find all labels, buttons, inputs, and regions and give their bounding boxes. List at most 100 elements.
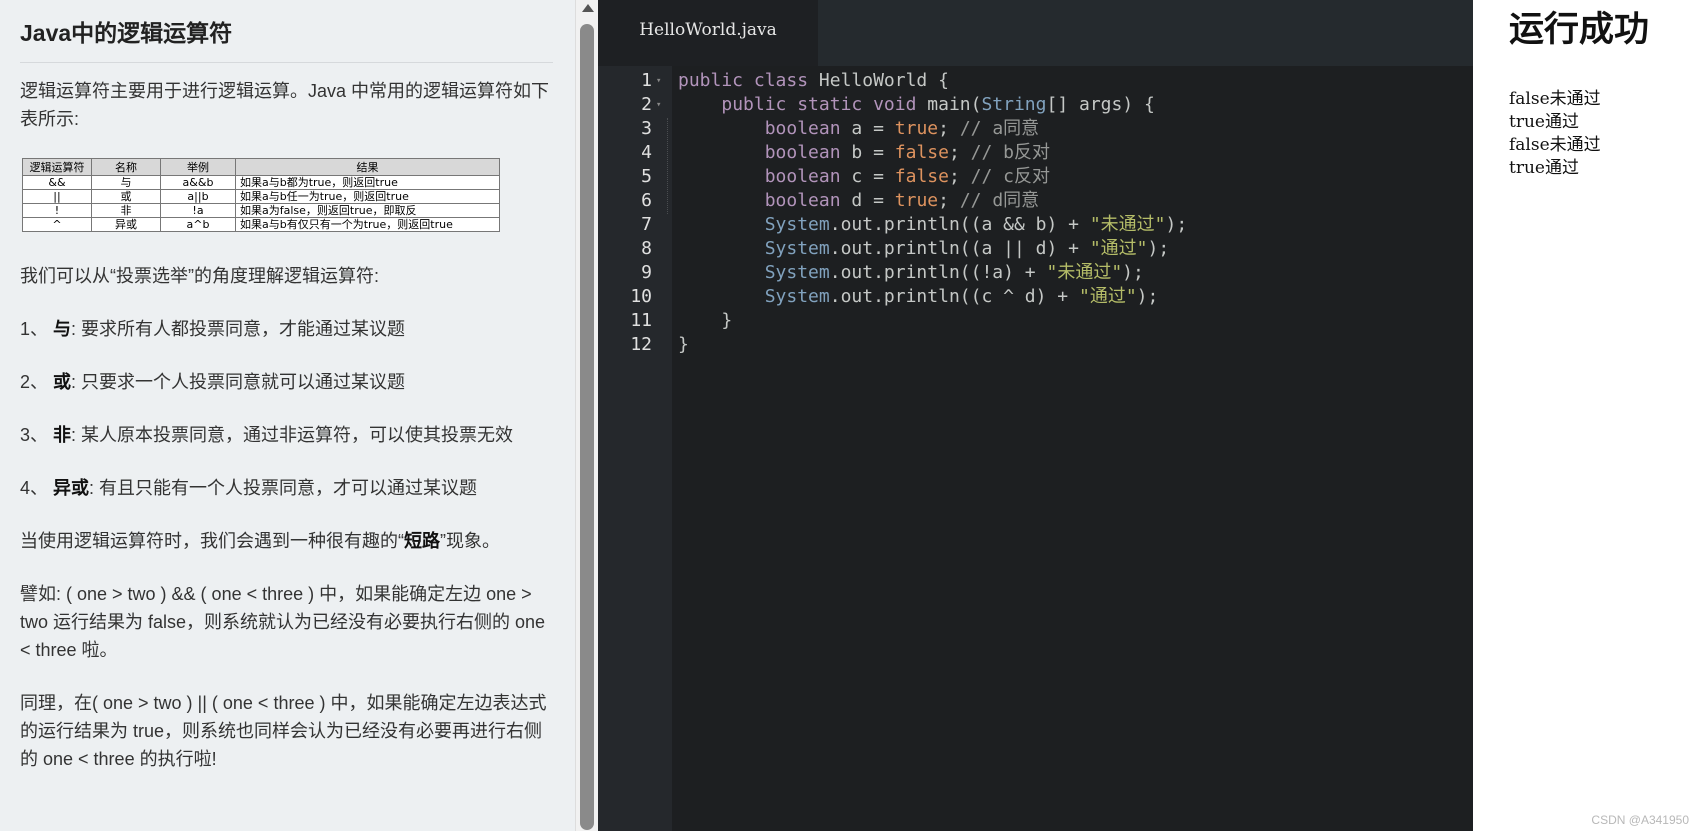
code-token: public bbox=[721, 94, 798, 115]
short-circuit-post: ”现象。 bbox=[440, 531, 500, 551]
item-term: 异或 bbox=[53, 478, 90, 498]
code-token: d = bbox=[851, 190, 895, 211]
code-token: ); bbox=[1136, 286, 1159, 307]
line-number: 1 bbox=[641, 70, 652, 91]
code-line[interactable]: 1 ▾ public class HelloWorld { bbox=[598, 69, 1473, 93]
line-number: 2 bbox=[641, 94, 652, 115]
code-token: .out.println((a || d) + bbox=[829, 238, 1090, 259]
table-cell: !a bbox=[160, 203, 236, 218]
code-token: "通过" bbox=[1078, 286, 1137, 307]
output-line: false未通过 bbox=[1509, 89, 1601, 109]
table-cell: 或 bbox=[91, 189, 161, 204]
list-item: 3、 非: 某人原本投票同意，通过非运算符，可以使其投票无效 bbox=[20, 421, 553, 449]
code-token: main( bbox=[927, 94, 982, 115]
code-token: System bbox=[764, 286, 830, 307]
code-token: String bbox=[981, 94, 1047, 115]
fold-arrow-icon[interactable]: ▾ bbox=[656, 93, 661, 117]
line-number: 7 bbox=[641, 214, 652, 235]
code-token: // a同意 bbox=[959, 118, 1040, 139]
code-editor[interactable]: HelloWorld.java 1 ▾ public class HelloWorl… bbox=[598, 0, 1473, 831]
output-line: true通过 bbox=[1509, 112, 1579, 132]
code-token: .out.println((c ^ d) + bbox=[829, 286, 1079, 307]
line-number: 9 bbox=[641, 262, 652, 283]
scroll-thumb[interactable] bbox=[580, 24, 594, 830]
table-cell: 如果a与b任一为true，则返回true bbox=[235, 189, 500, 204]
line-number: 5 bbox=[641, 166, 652, 187]
table-row: ^ 异或 a^b 如果a与b有仅只有一个为true，则返回true bbox=[22, 217, 500, 232]
code-text: System.out.println((a || d) + "通过"); bbox=[678, 237, 1170, 261]
code-token: public bbox=[678, 70, 754, 91]
code-line[interactable]: 7 System.out.println((a && b) + "未通过"); bbox=[598, 213, 1473, 237]
code-token: .out.println((a && b) + bbox=[829, 214, 1090, 235]
output-line: true通过 bbox=[1509, 158, 1579, 178]
lesson-panel: Java中的逻辑运算符 逻辑运算符主要用于进行逻辑运算。Java 中常用的逻辑运… bbox=[0, 0, 575, 831]
table-header-cell: 逻辑运算符 bbox=[22, 158, 92, 176]
code-text: boolean b = false; // b反对 bbox=[678, 141, 1050, 165]
lesson-scrollbar[interactable] bbox=[575, 0, 599, 831]
code-token: "未通过" bbox=[1046, 262, 1123, 283]
operators-table-header: 逻辑运算符 名称 举例 结果 bbox=[22, 158, 500, 176]
code-line[interactable]: 9 System.out.println((!a) + "未通过"); bbox=[598, 261, 1473, 285]
code-token: class bbox=[753, 70, 819, 91]
code-area[interactable]: 1 ▾ public class HelloWorld {2 ▾ public sta… bbox=[598, 69, 1473, 357]
code-line[interactable]: 12} bbox=[598, 333, 1473, 357]
item-term: 或 bbox=[53, 372, 72, 392]
table-cell: ^ bbox=[22, 217, 92, 232]
item-number: 1、 bbox=[20, 319, 49, 339]
table-row: || 或 a||b 如果a与b任一为true，则返回true bbox=[22, 189, 500, 204]
example-or: 同理，在( one > two ) || ( one < three ) 中，如… bbox=[20, 693, 547, 769]
code-line[interactable]: 10 System.out.println((c ^ d) + "通过"); bbox=[598, 285, 1473, 309]
code-token: System bbox=[764, 214, 830, 235]
fold-arrow-icon[interactable]: ▾ bbox=[656, 69, 661, 93]
short-circuit-pre: 当使用逻辑运算符时，我们会遇到一种很有趣的“ bbox=[20, 531, 404, 551]
code-line[interactable]: 4 boolean b = false; // b反对 bbox=[598, 141, 1473, 165]
line-number: 8 bbox=[641, 238, 652, 259]
code-line[interactable]: 8 System.out.println((a || d) + "通过"); bbox=[598, 237, 1473, 261]
code-token: .out.println((!a) + bbox=[829, 262, 1047, 283]
code-token: c = bbox=[851, 166, 895, 187]
item-term: 非 bbox=[53, 425, 72, 445]
operators-table: 逻辑运算符 名称 举例 结果 && 与 a&&b 如果a与b都为true，则返回… bbox=[22, 158, 500, 232]
code-token: "未通过" bbox=[1089, 214, 1166, 235]
editor-tab-bar: HelloWorld.java bbox=[598, 0, 1473, 66]
code-token: boolean bbox=[764, 118, 852, 139]
scroll-up-arrow-icon[interactable] bbox=[582, 4, 594, 12]
code-token: boolean bbox=[764, 142, 852, 163]
code-token: ); bbox=[1122, 262, 1144, 283]
table-cell: && bbox=[22, 175, 92, 190]
line-number: 11 bbox=[630, 310, 652, 331]
item-number: 3、 bbox=[20, 425, 49, 445]
table-header-cell: 举例 bbox=[160, 158, 236, 176]
code-token: // b反对 bbox=[970, 142, 1050, 163]
example-and: 譬如: ( one > two ) && ( one < three ) 中，如… bbox=[20, 584, 546, 660]
item-number: 4、 bbox=[20, 478, 49, 498]
line-number: 12 bbox=[630, 334, 652, 355]
code-line[interactable]: 6 boolean d = true; // d同意 bbox=[598, 189, 1473, 213]
code-token: ; bbox=[938, 118, 960, 139]
code-token: } bbox=[678, 310, 733, 331]
table-header-cell: 名称 bbox=[91, 158, 161, 176]
short-circuit-term: 短路 bbox=[404, 531, 440, 551]
tab-helloworld-java[interactable]: HelloWorld.java bbox=[598, 0, 818, 66]
code-token: a = bbox=[851, 118, 895, 139]
short-circuit-paragraph: 当使用逻辑运算符时，我们会遇到一种很有趣的“短路”现象。 bbox=[20, 527, 553, 555]
code-token: System bbox=[764, 238, 830, 259]
code-token: "通过" bbox=[1089, 238, 1148, 259]
code-line[interactable]: 5 boolean c = false; // c反对 bbox=[598, 165, 1473, 189]
table-cell: ! bbox=[22, 203, 92, 218]
code-token: [] args) { bbox=[1046, 94, 1155, 115]
code-text: System.out.println((c ^ d) + "通过"); bbox=[678, 285, 1159, 309]
list-item: 2、 或: 只要求一个人投票同意就可以通过某议题 bbox=[20, 368, 553, 396]
table-cell: 异或 bbox=[91, 217, 161, 232]
code-line[interactable]: 3 boolean a = true; // a同意 bbox=[598, 117, 1473, 141]
code-text: System.out.println((a && b) + "未通过"); bbox=[678, 213, 1188, 237]
code-line[interactable]: 11 } bbox=[598, 309, 1473, 333]
code-line[interactable]: 2 ▾ public static void main(String[] args… bbox=[598, 93, 1473, 117]
